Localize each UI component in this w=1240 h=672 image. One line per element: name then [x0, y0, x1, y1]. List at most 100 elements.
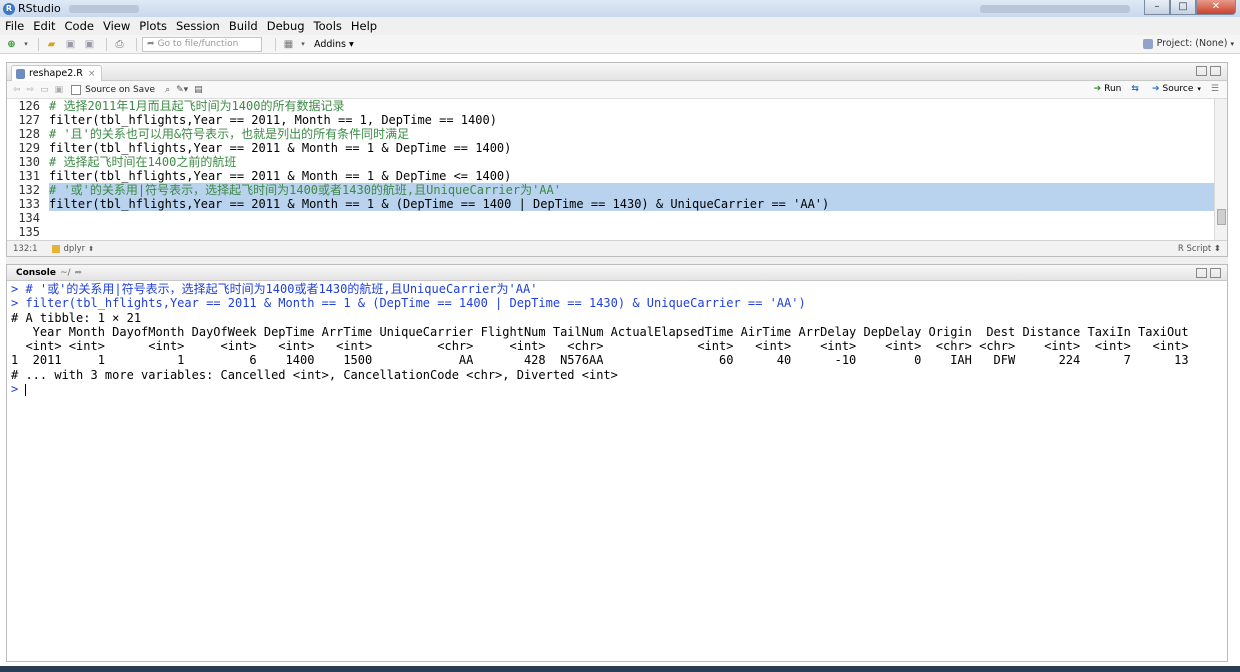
code-tools-wand-icon[interactable]: ✎▾ [176, 85, 188, 95]
menu-code[interactable]: Code [65, 19, 94, 33]
console-output[interactable]: > # '或'的关系用|符号表示，选择起飞时间为1400或者1430的航班,且U… [7, 281, 1227, 396]
console-header: Console ~/ ➦ [7, 265, 1227, 281]
scope-label[interactable]: dplyr [64, 244, 86, 254]
show-in-window-icon[interactable]: ▭ [40, 85, 49, 95]
dropdown-arrow-icon[interactable]: ▾ [23, 37, 29, 51]
new-file-icon[interactable]: ⊕ [4, 37, 19, 51]
editor-tabstrip: reshape2.R × [7, 63, 1227, 81]
menu-session[interactable]: Session [176, 19, 220, 33]
line-code: filter(tbl_hflights,Year == 2011 & Month… [49, 197, 1215, 211]
source-editor-pane: reshape2.R × ⇦ ⇨ ▭ ▣ Source on Save ⌕ ✎▾… [6, 62, 1228, 257]
open-folder-icon[interactable]: ▰ [44, 37, 59, 51]
console-title: Console [16, 267, 56, 278]
minimize-pane-icon[interactable] [1196, 66, 1207, 76]
back-arrow-icon[interactable]: ⇦ [13, 85, 21, 95]
save-icon[interactable]: ▣ [63, 37, 78, 51]
save-file-icon[interactable]: ▣ [55, 85, 64, 95]
code-line[interactable]: 131 filter(tbl_hflights,Year == 2011 & Mo… [7, 169, 1215, 183]
print-icon[interactable]: ⎙ [112, 37, 127, 51]
blurred-title-region [68, 4, 139, 13]
editor-tab-reshape2[interactable]: reshape2.R × [11, 65, 103, 81]
console-output-line: 1 2011 1 1 6 1400 1500 AA 428 N576AA 60 … [11, 353, 1189, 368]
line-code: filter(tbl_hflights,Year == 2011 & Month… [49, 141, 512, 155]
pane-controls [1196, 66, 1221, 76]
code-line[interactable]: 127 filter(tbl_hflights,Year == 2011, Mon… [7, 113, 1215, 127]
search-icon[interactable]: ⌕ [165, 85, 170, 95]
addins-menu[interactable]: Addins ▾ [314, 39, 354, 50]
menu-debug[interactable]: Debug [267, 19, 305, 33]
code-line[interactable]: 129 filter(tbl_hflights,Year == 2011 & Mo… [7, 141, 1215, 155]
console-command-line: > filter(tbl_hflights,Year == 2011 & Mon… [11, 296, 806, 311]
console-pane-controls [1196, 268, 1221, 278]
rerun-button[interactable]: ⇆ [1131, 84, 1142, 94]
console-output-line: # A tibble: 1 × 21 [11, 310, 142, 325]
dropdown-arrow-icon[interactable]: ▾ [300, 37, 306, 51]
editor-scrollbar[interactable] [1214, 99, 1227, 241]
code-line[interactable]: 126 # 选择2011年1月而且起飞时间为1400的所有数据记录 [7, 99, 1215, 113]
maximize-button[interactable]: □ [1170, 0, 1196, 15]
toolbar-separator [38, 37, 39, 51]
line-code: filter(tbl_hflights,Year == 2011, Month … [49, 113, 497, 127]
toolbar-separator [136, 37, 137, 51]
console-prompt[interactable]: > [11, 382, 1227, 396]
editor-statusbar: 132:1 dplyr ⬍ R Script ⬍ [7, 240, 1227, 256]
addins-label: Addins [314, 38, 347, 50]
menu-tools[interactable]: Tools [314, 19, 342, 33]
run-arrow-icon: ➔ [1093, 84, 1102, 94]
minimize-pane-icon[interactable] [1196, 268, 1207, 278]
rerun-icon: ⇆ [1131, 84, 1139, 94]
source-label: Source [1162, 84, 1194, 94]
forward-arrow-icon[interactable]: ⇨ [27, 85, 35, 95]
editor-scroll-thumb[interactable] [1217, 209, 1226, 225]
line-number: 132 [18, 183, 40, 197]
window-controls: – □ ✕ [1144, 0, 1236, 15]
go-to-file-input[interactable]: ➦ Go to file/function [142, 36, 262, 52]
code-line[interactable]: 130 # 选择起飞时间在1400之前的航班 [7, 155, 1215, 169]
code-editor[interactable]: 126 # 选择2011年1月而且起飞时间为1400的所有数据记录 127 filte… [7, 99, 1215, 241]
close-tab-icon[interactable]: × [88, 69, 96, 79]
compile-report-icon[interactable]: ▤ [194, 85, 203, 95]
menu-help[interactable]: Help [351, 19, 377, 33]
console-pane: Console ~/ ➦ > # '或'的关系用|符号表示，选择起飞时间为140… [6, 264, 1228, 662]
source-on-save-label: Source on Save [85, 84, 156, 95]
text-cursor [25, 383, 27, 396]
menu-edit[interactable]: Edit [33, 19, 55, 33]
code-line[interactable]: 134 [7, 211, 1215, 225]
toolbar-separator [106, 37, 107, 51]
file-type-selector[interactable]: R Script ⬍ [1178, 244, 1221, 254]
grid-layout-icon[interactable]: ▦ [281, 37, 296, 51]
line-number: 131 [18, 169, 40, 183]
windows-taskbar [0, 666, 1240, 672]
line-number: 126 [18, 99, 40, 113]
close-button[interactable]: ✕ [1196, 0, 1236, 15]
line-code: filter(tbl_hflights,Year == 2011 & Month… [49, 169, 512, 183]
outline-button[interactable]: ☰ [1211, 84, 1219, 94]
line-number: 130 [18, 155, 40, 169]
run-button[interactable]: ➔ Run [1094, 84, 1122, 94]
editor-run-tools: ➔ Run ⇆ ➔ Source ▾ ☰ [1084, 84, 1219, 94]
menu-file[interactable]: File [5, 19, 24, 33]
line-code: # 选择2011年1月而且起飞时间为1400的所有数据记录 [49, 99, 345, 113]
code-line[interactable]: 135 [7, 225, 1215, 239]
save-all-icon[interactable]: ▣ [82, 37, 97, 51]
source-button[interactable]: ➔ Source ▾ [1152, 84, 1201, 94]
pane-splitter[interactable] [6, 257, 1228, 264]
menu-plots[interactable]: Plots [139, 19, 167, 33]
dropdown-arrow-icon: ⬍ [88, 244, 95, 253]
menu-build[interactable]: Build [229, 19, 258, 33]
menu-view[interactable]: View [103, 19, 130, 33]
project-menu[interactable]: Project: (None) ▾ [1142, 38, 1234, 49]
maximize-pane-icon[interactable] [1210, 268, 1221, 278]
maximize-pane-icon[interactable] [1210, 66, 1221, 76]
code-line[interactable]: 133 filter(tbl_hflights,Year == 2011 & Mo… [7, 197, 1215, 211]
code-line[interactable]: 132 # '或'的关系用|符号表示，选择起飞时间为1400或者1430的航班,且… [7, 183, 1215, 197]
source-on-save-checkbox[interactable] [71, 84, 82, 95]
minimize-button[interactable]: – [1144, 0, 1170, 15]
code-line[interactable]: 128 # '且'的关系也可以用&符号表示，也就是列出的所有条件同时满足 [7, 127, 1215, 141]
dropdown-arrow-icon: ▾ [1197, 85, 1201, 93]
run-label: Run [1104, 84, 1122, 94]
line-code: # '且'的关系也可以用&符号表示，也就是列出的所有条件同时满足 [49, 127, 410, 141]
console-output-line: <int> <int> <int> <int> <int> <int> <chr… [11, 339, 1189, 354]
go-to-directory-icon[interactable]: ➦ [75, 268, 83, 278]
dropdown-arrow-icon: ▾ [1230, 39, 1234, 48]
